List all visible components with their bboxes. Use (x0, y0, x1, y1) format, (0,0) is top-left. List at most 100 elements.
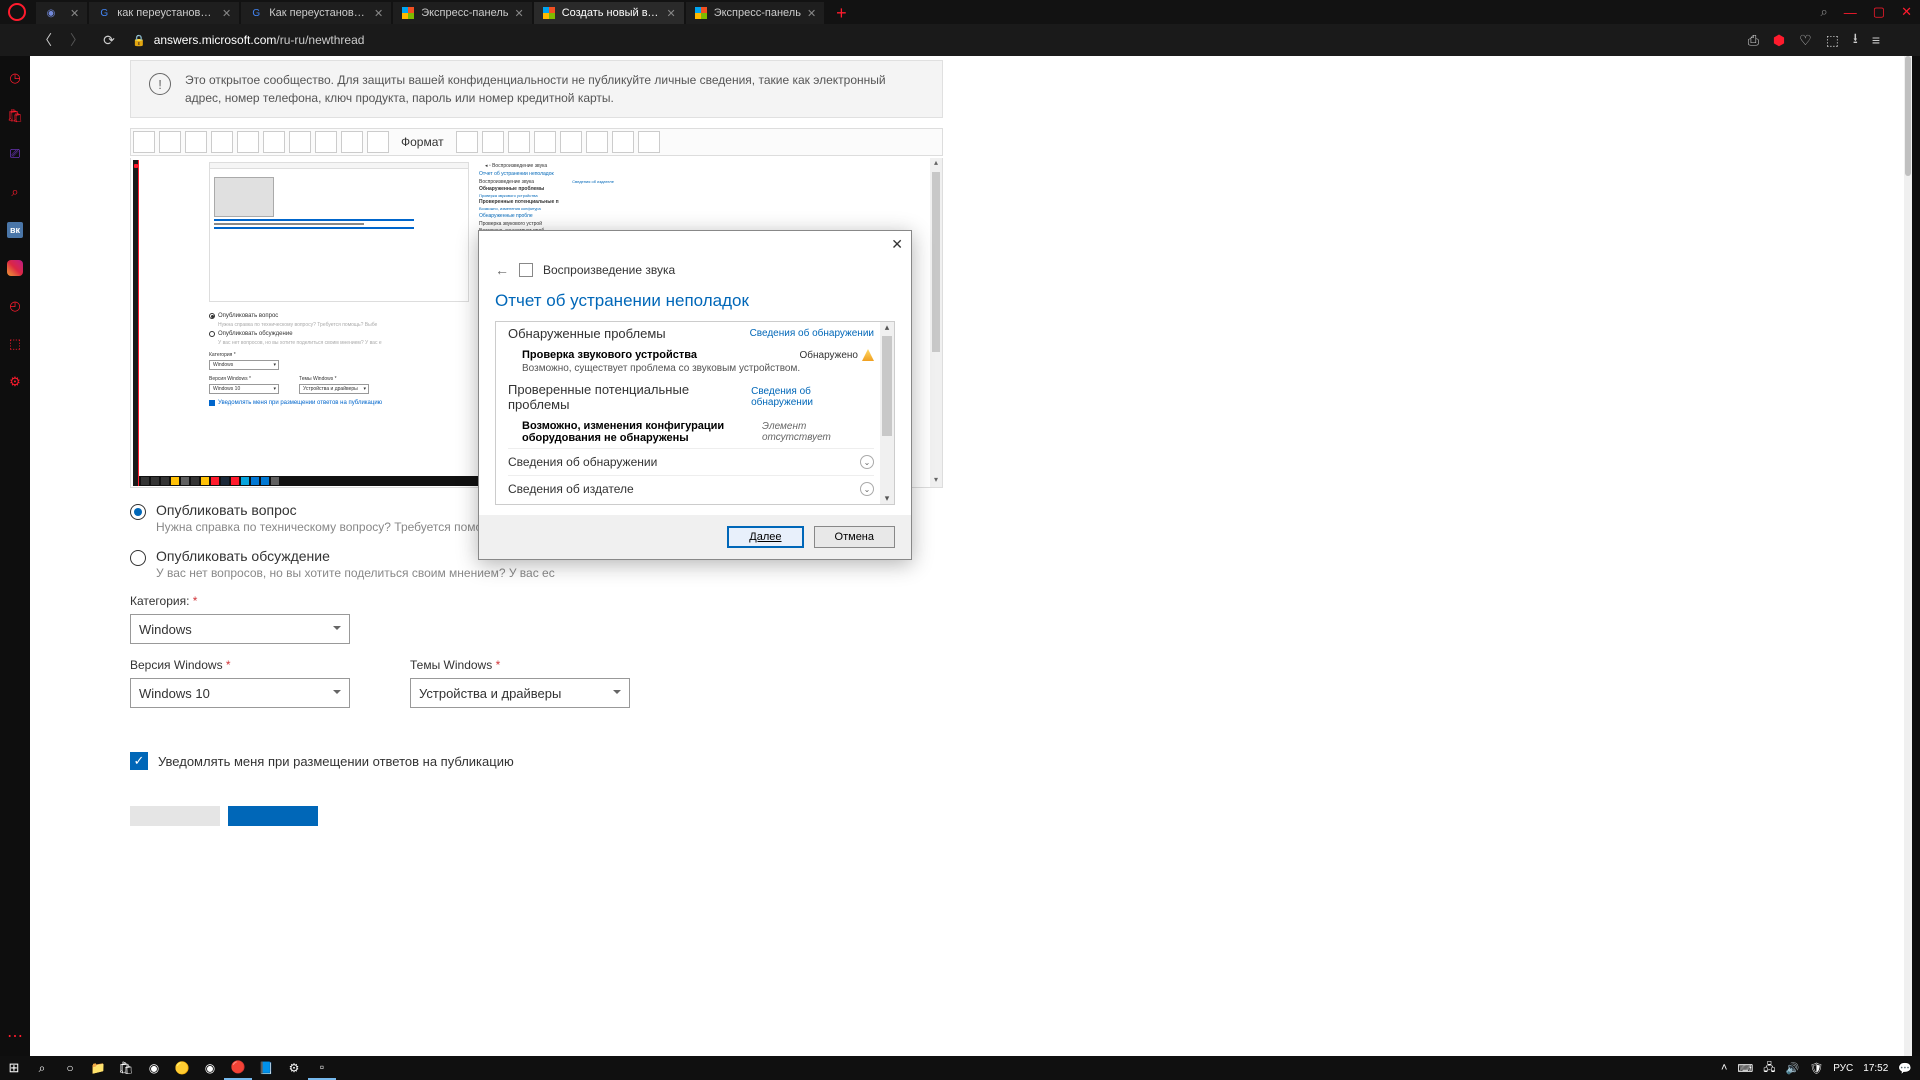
close-icon[interactable]: ✕ (222, 7, 231, 20)
forward-button[interactable]: 〉 (68, 30, 86, 50)
radio-discussion[interactable] (130, 550, 146, 566)
download-icon[interactable]: ⭳ (1853, 28, 1858, 52)
toolbar-button[interactable] (560, 131, 582, 153)
store-icon[interactable]: 🛍 (112, 1056, 140, 1080)
toolbar-button[interactable] (456, 131, 478, 153)
category-select[interactable]: Windows (130, 614, 350, 644)
toolbar-button[interactable] (482, 131, 504, 153)
minimize-button[interactable]: — (1844, 5, 1857, 20)
toolbar-button[interactable] (586, 131, 608, 153)
toolbar-button[interactable] (159, 131, 181, 153)
notify-checkbox[interactable]: ✓ (130, 752, 148, 770)
toolbar-button[interactable] (638, 131, 660, 153)
reload-button[interactable]: ⟳ (100, 32, 118, 49)
close-icon[interactable]: ✕ (891, 236, 903, 253)
snapshot-icon[interactable]: ⎙ (1748, 32, 1759, 49)
next-button[interactable]: Далее (727, 526, 803, 548)
maximize-button[interactable]: ▢ (1873, 4, 1885, 20)
vk-icon[interactable]: вк (7, 222, 23, 238)
app-icon[interactable]: ▫ (308, 1056, 336, 1080)
toolbar-button[interactable] (263, 131, 285, 153)
radio-question[interactable] (130, 504, 146, 520)
settings-icon[interactable]: ⚙ (7, 374, 23, 390)
close-icon[interactable]: ✕ (514, 7, 523, 20)
notifications-icon[interactable]: 💬 (1898, 1062, 1912, 1075)
start-button[interactable]: ⊞ (0, 1056, 28, 1080)
search-icon[interactable]: ⌕ (28, 1056, 56, 1080)
tab-1[interactable]: Gкак переустановить windo✕ (89, 2, 239, 24)
editor-scrollbar[interactable]: ▴▾ (930, 158, 942, 487)
steam-icon[interactable]: ◉ (196, 1056, 224, 1080)
box-icon[interactable]: ⬚ (7, 336, 23, 352)
publisher-details-expander[interactable]: Сведения об издателе ⌄ (508, 475, 874, 502)
tray-chevron-icon[interactable]: ˄ (1721, 1062, 1727, 1074)
shopping-icon[interactable]: 🛍 (7, 108, 23, 124)
settings-icon[interactable]: ⚙ (280, 1056, 308, 1080)
defender-icon[interactable]: 🛡 (1809, 1062, 1823, 1075)
troubleshooter-heading: Отчет об устранении неполадок (479, 283, 911, 321)
topic-select[interactable]: Устройства и драйверы (410, 678, 630, 708)
close-icon[interactable]: ✕ (666, 7, 675, 20)
clock-icon[interactable]: ◴ (7, 298, 23, 314)
close-window-button[interactable]: ✕ (1901, 4, 1912, 20)
tab-3[interactable]: Экспресс-панель✕ (393, 2, 531, 24)
tab-5[interactable]: Экспресс-панель✕ (686, 2, 824, 24)
toolbar-button[interactable] (237, 131, 259, 153)
yandex-icon[interactable]: 🟡 (168, 1056, 196, 1080)
menu-icon[interactable]: ≡ (1872, 32, 1880, 48)
detection-details-expander[interactable]: Сведения об обнаружении ⌄ (508, 448, 874, 475)
opera-icon[interactable]: 🔴 (224, 1056, 252, 1080)
heart-icon[interactable]: ♡ (1799, 32, 1812, 49)
toolbar-button[interactable] (341, 131, 363, 153)
toolbar-button[interactable] (534, 131, 556, 153)
cancel-button[interactable] (130, 806, 220, 826)
explorer-icon[interactable]: 📁 (84, 1056, 112, 1080)
page-scrollbar[interactable] (1904, 56, 1912, 1056)
network-icon[interactable]: 🖧 (1763, 1059, 1775, 1078)
ts-scrollbar[interactable]: ▴▾ (880, 322, 894, 504)
new-tab-button[interactable]: + (826, 3, 857, 24)
clock[interactable]: 17:52 (1863, 1063, 1888, 1074)
close-icon[interactable]: ✕ (374, 7, 383, 20)
format-dropdown[interactable]: Формат (391, 135, 454, 149)
toolbar-button[interactable] (211, 131, 233, 153)
adblock-icon[interactable]: ⬢ (1773, 32, 1785, 49)
close-icon[interactable]: ✕ (807, 7, 816, 20)
detection-link[interactable]: Сведения об обнаружении (750, 328, 874, 339)
back-icon[interactable]: ← (495, 262, 509, 278)
tab-search-icon[interactable]: ⌕ (1821, 4, 1828, 20)
twitch-icon[interactable]: ⎚ (7, 146, 23, 162)
submit-button[interactable] (228, 806, 318, 826)
toolbar-button[interactable] (315, 131, 337, 153)
keyboard-icon[interactable]: ⌨ (1737, 1062, 1753, 1075)
instagram-icon[interactable] (7, 260, 23, 276)
language-indicator[interactable]: РУС (1833, 1063, 1853, 1074)
tab-2[interactable]: GКак переустановить Windo✕ (241, 2, 391, 24)
chrome-icon[interactable]: ◉ (140, 1056, 168, 1080)
cancel-button[interactable]: Отмена (814, 526, 895, 548)
volume-icon[interactable]: 🔊 (1786, 1062, 1800, 1075)
word-icon[interactable]: 📘 (252, 1056, 280, 1080)
history-icon[interactable]: ◷ (7, 70, 23, 86)
category-label: Категория: * (130, 594, 943, 608)
toolbar-button[interactable] (508, 131, 530, 153)
detection-link[interactable]: Сведения об обнаружении (751, 386, 874, 408)
toolbar-button[interactable] (185, 131, 207, 153)
tab-4[interactable]: Создать новый вопрос ил✕ (534, 2, 684, 24)
warning-icon (862, 349, 874, 361)
cube-icon[interactable]: ⬚ (1826, 32, 1839, 49)
url-field[interactable]: 🔒 answers.microsoft.com/ru-ru/newthread (132, 33, 1734, 47)
back-button[interactable]: 〈 (36, 30, 54, 50)
troubleshooter-body: ▴▾ Обнаруженные проблемы Сведения об обн… (495, 321, 895, 505)
toolbar-button[interactable] (133, 131, 155, 153)
version-select[interactable]: Windows 10 (130, 678, 350, 708)
opera-logo-icon[interactable] (8, 3, 26, 21)
close-icon[interactable]: ✕ (70, 7, 79, 20)
cortana-icon[interactable]: ○ (56, 1056, 84, 1080)
tab-0[interactable]: ◉✕ (36, 2, 87, 24)
toolbar-button[interactable] (612, 131, 634, 153)
toolbar-button[interactable] (289, 131, 311, 153)
sidebar-more-icon[interactable]: ⋯ (7, 1026, 23, 1046)
toolbar-button[interactable] (367, 131, 389, 153)
chat-icon[interactable]: ⌕ (7, 184, 23, 200)
